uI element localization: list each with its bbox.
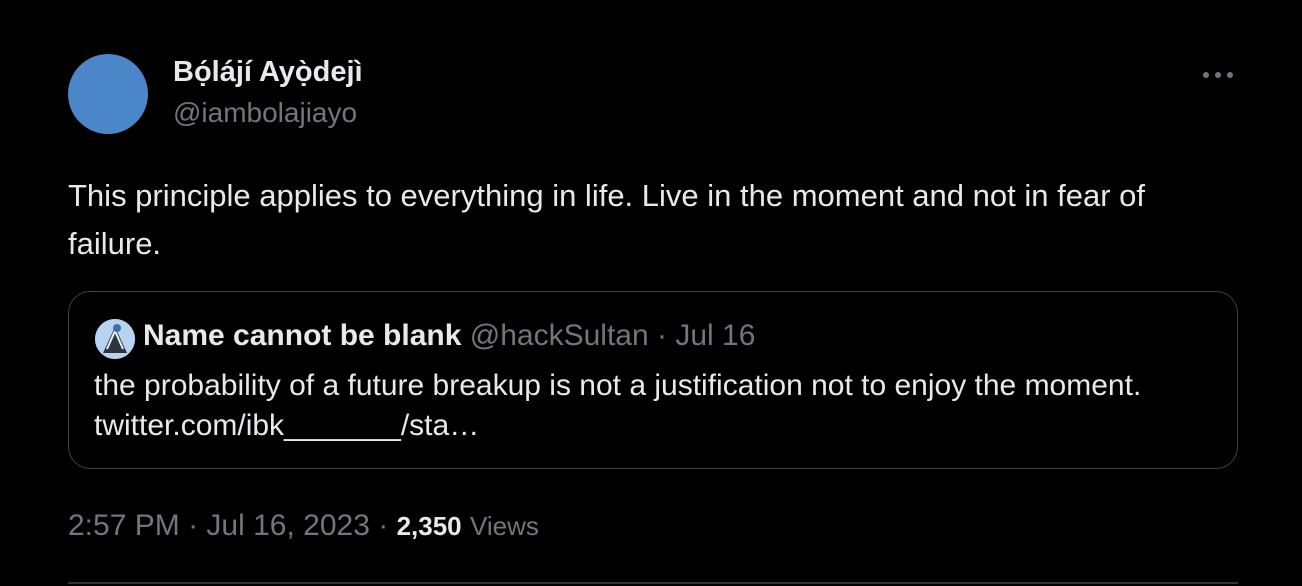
- separator-dot: ·: [378, 509, 389, 542]
- separator-dot: ·: [188, 509, 199, 542]
- quoted-author-handle: @hackSultan: [469, 319, 649, 352]
- tweet-date[interactable]: Jul 16, 2023: [206, 509, 369, 542]
- views-count: 2,350: [396, 511, 462, 541]
- tweet-time[interactable]: 2:57 PM: [68, 509, 180, 542]
- quoted-tweet-text: the probability of a future breakup is n…: [94, 369, 1142, 442]
- quoted-tweet-date: Jul 16: [675, 319, 756, 352]
- quoted-author-avatar: [95, 319, 135, 359]
- more-options-button[interactable]: [1196, 60, 1240, 90]
- author-avatar[interactable]: [68, 54, 148, 134]
- tweet-meta: 2:57 PM · Jul 16, 2023 · 2,350 Views: [68, 506, 539, 546]
- author-display-name[interactable]: Bọ́lájí Ayọ̀dejì: [173, 56, 363, 89]
- quoted-author-name: Name cannot be blank: [143, 319, 462, 352]
- tweet: Bọ́lájí Ayọ̀dejì @iambolajiayo This prin…: [0, 0, 1302, 586]
- separator-dot: ·: [657, 319, 667, 352]
- quoted-tweet[interactable]: Name cannot be blank @hackSultan · Jul 1…: [68, 291, 1238, 469]
- quoted-tweet-header: Name cannot be blank @hackSultan · Jul 1…: [143, 316, 755, 356]
- more-horizontal-icon: [1203, 72, 1233, 78]
- author-handle[interactable]: @iambolajiayo: [173, 97, 357, 129]
- tweet-text: This principle applies to everything in …: [68, 178, 1145, 261]
- divider: [68, 582, 1238, 584]
- views-label: Views: [470, 511, 539, 541]
